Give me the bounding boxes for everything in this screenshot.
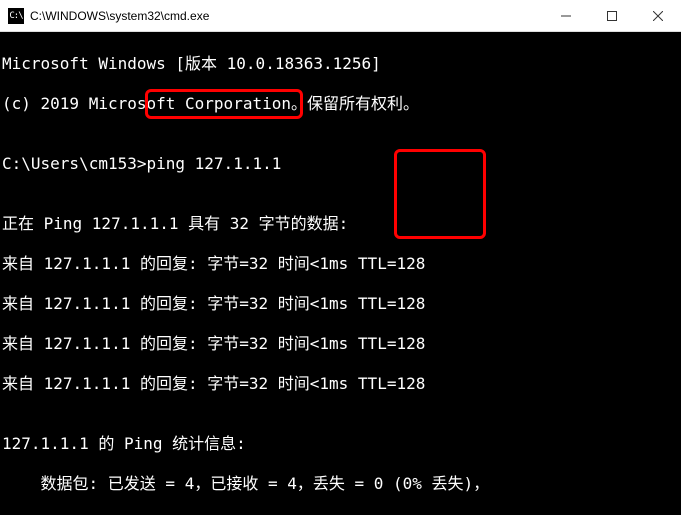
output-line: 来自 127.1.1.1 的回复: 字节=32 时间<1ms TTL=128 (2, 334, 679, 354)
output-line: Microsoft Windows [版本 10.0.18363.1256] (2, 54, 679, 74)
maximize-button[interactable] (589, 0, 635, 32)
cmd-icon: C:\ (8, 8, 24, 24)
minimize-button[interactable] (543, 0, 589, 32)
output-line: 127.1.1.1 的 Ping 统计信息: (2, 434, 679, 454)
titlebar[interactable]: C:\ C:\WINDOWS\system32\cmd.exe (0, 0, 681, 32)
cmd-window: C:\ C:\WINDOWS\system32\cmd.exe Microsof… (0, 0, 681, 515)
window-controls (543, 0, 681, 31)
window-title: C:\WINDOWS\system32\cmd.exe (30, 9, 543, 23)
output-line: 来自 127.1.1.1 的回复: 字节=32 时间<1ms TTL=128 (2, 294, 679, 314)
prompt-line: C:\Users\cm153>ping 127.1.1.1 (2, 154, 679, 174)
output-line: 来自 127.1.1.1 的回复: 字节=32 时间<1ms TTL=128 (2, 254, 679, 274)
output-line: (c) 2019 Microsoft Corporation。保留所有权利。 (2, 94, 679, 114)
terminal-output[interactable]: Microsoft Windows [版本 10.0.18363.1256] (… (0, 32, 681, 515)
close-button[interactable] (635, 0, 681, 32)
output-line: 来自 127.1.1.1 的回复: 字节=32 时间<1ms TTL=128 (2, 374, 679, 394)
output-line: 正在 Ping 127.1.1.1 具有 32 字节的数据: (2, 214, 679, 234)
output-line: 数据包: 已发送 = 4，已接收 = 4，丢失 = 0 (0% 丢失)， (2, 474, 679, 494)
